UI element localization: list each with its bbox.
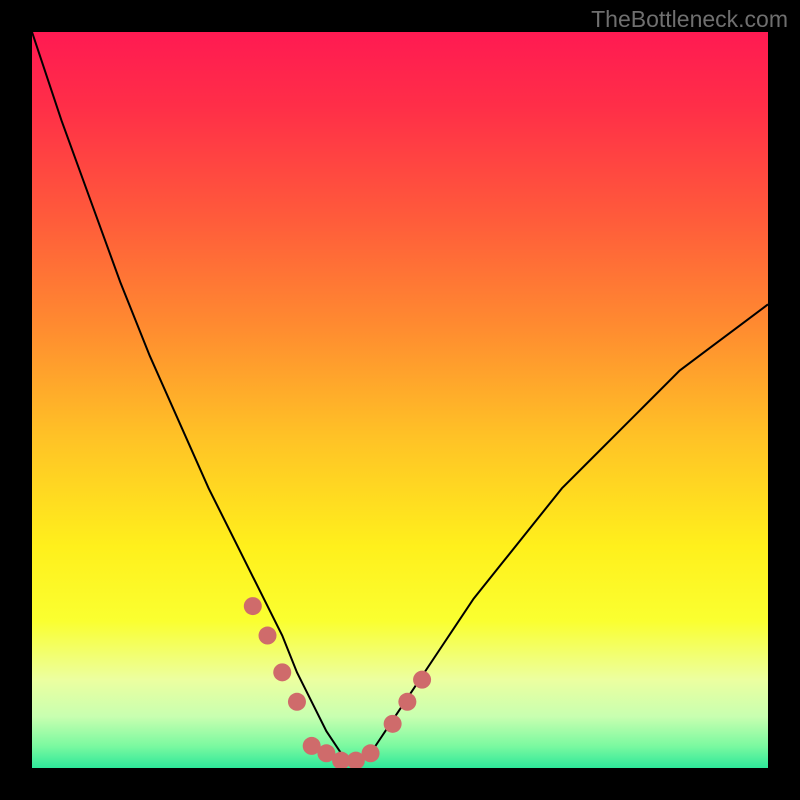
chart-background — [32, 32, 768, 768]
valley-marker-bottom-5 — [362, 744, 380, 762]
bottleneck-chart — [32, 32, 768, 768]
watermark-text: TheBottleneck.com — [591, 6, 788, 33]
valley-marker-right-2 — [398, 693, 416, 711]
valley-marker-left-3 — [273, 663, 291, 681]
valley-marker-right-1 — [384, 715, 402, 733]
valley-marker-left-4 — [288, 693, 306, 711]
chart-container: TheBottleneck.com — [0, 0, 800, 800]
valley-marker-left-1 — [244, 597, 262, 615]
valley-marker-right-3 — [413, 671, 431, 689]
plot-area — [32, 32, 768, 768]
valley-marker-left-2 — [259, 627, 277, 645]
